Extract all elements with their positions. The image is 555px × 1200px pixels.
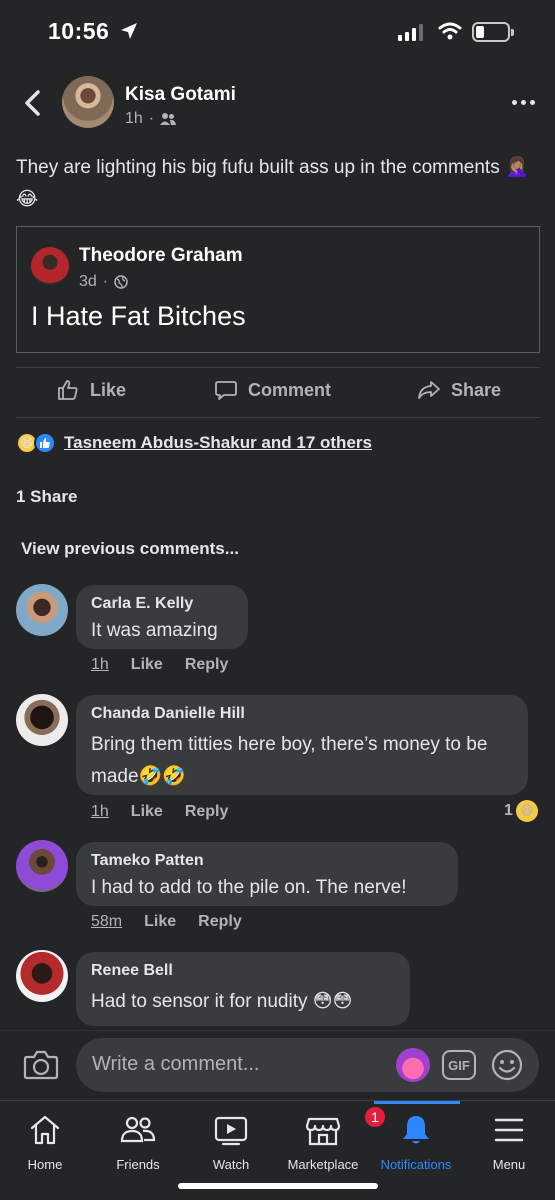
comment-bubble[interactable]: Chanda Danielle Hill Bring them titties … [76,695,528,795]
cellular-signal-icon [398,24,423,41]
comment-time[interactable]: 58m [91,913,122,931]
active-tab-indicator [374,1101,460,1104]
comment-label: Comment [248,379,332,400]
haha-icon: 😆 [515,800,538,822]
comment-bubble[interactable]: Carla E. Kelly It was amazing [76,585,248,649]
shared-author-name[interactable]: Theodore Graham [79,245,243,267]
thumbs-up-icon [58,380,78,400]
tab-notifications-label: Notifications [380,1157,452,1172]
camera-icon[interactable] [22,1048,60,1082]
tab-home[interactable]: Home [0,1111,95,1172]
shared-author-avatar[interactable] [31,247,69,285]
tab-notifications[interactable]: Notifications [366,1111,466,1172]
friends-icon [160,113,177,125]
comment-text: I had to add to the pile on. The nerve! [91,877,407,898]
commenter-avatar[interactable] [16,950,68,1002]
marketplace-icon [305,1117,341,1146]
commenter-name[interactable]: Tameko Patten [91,852,443,870]
tab-friends[interactable]: Friends [88,1111,188,1172]
commenter-name[interactable]: Chanda Danielle Hill [91,705,513,723]
tab-marketplace[interactable]: 1 Marketplace [273,1105,387,1172]
divider [16,417,540,418]
share-label: Share [451,379,502,400]
reactions-names[interactable]: Tasneem Abdus-Shakur and 17 others [64,433,372,453]
share-arrow-icon [418,381,440,399]
comment-like-button[interactable]: Like [131,803,163,821]
comment-text: Bring them titties here boy, there’s mon… [91,734,488,787]
battery-icon [472,22,514,42]
shared-post-meta: 3d · [79,273,128,291]
poster-avatar[interactable] [62,76,114,128]
back-arrow-icon[interactable] [18,86,48,120]
avatar-sticker-icon[interactable] [396,1048,430,1082]
comment-input-placeholder: Write a comment... [92,1053,260,1075]
comment-like-button[interactable]: Like [144,913,176,931]
like-label: Like [90,379,127,400]
friends-icon [120,1116,156,1143]
comment-icon [215,381,237,400]
like-icon [34,432,56,454]
emoji-icon[interactable] [490,1048,524,1082]
divider [16,367,540,368]
comment-time[interactable]: 1h [91,656,109,674]
more-options-icon[interactable] [512,100,535,105]
comment-bubble[interactable]: Tameko Patten I had to add to the pile o… [76,842,458,906]
bell-icon [403,1116,429,1144]
post-time[interactable]: 1h [125,110,143,128]
share-button[interactable]: Share [417,378,501,402]
commenter-name[interactable]: Renee Bell [91,962,395,980]
comment-actions: 1h Like Reply [91,656,228,674]
post-text: They are lighting his big fufu built ass… [16,157,529,210]
gif-button[interactable]: GIF [442,1050,476,1080]
status-time: 10:56 [48,18,110,44]
commenter-name[interactable]: Carla E. Kelly [91,595,233,613]
comment-reply-button[interactable]: Reply [198,913,242,931]
shared-post-text: I Hate Fat Bitches [31,301,246,331]
globe-icon [114,275,128,289]
comment-reply-button[interactable]: Reply [185,656,229,674]
comment-actions: 58m Like Reply [91,913,242,931]
share-count[interactable]: 1 Share [16,487,77,507]
commenter-avatar[interactable] [16,584,68,636]
comment-input[interactable]: Write a comment... GIF [76,1038,539,1092]
tab-home-label: Home [27,1157,63,1172]
home-icon [30,1115,60,1145]
commenter-avatar[interactable] [16,840,68,892]
tab-marketplace-label: Marketplace [287,1157,359,1172]
post-meta: 1h · [125,110,177,128]
comment-text: It was amazing [91,620,218,641]
comment-reaction-count: 1 [504,802,513,819]
commenter-avatar[interactable] [16,694,68,746]
menu-icon [494,1118,524,1142]
tab-watch[interactable]: Watch [181,1111,281,1172]
comment-bubble[interactable]: Renee Bell Had to sensor it for nudity 😳… [76,952,410,1026]
comment-reaction-summary[interactable]: 1 😆 [504,800,538,822]
tab-menu[interactable]: Menu [459,1111,555,1172]
view-previous-comments[interactable]: View previous comments... [21,539,239,559]
tab-watch-label: Watch [212,1157,250,1172]
comment-actions: 1h Like Reply [91,803,228,821]
shared-post[interactable]: Theodore Graham 3d · I Hate Fat Bitches [16,226,540,353]
watch-icon [214,1116,248,1146]
comment-like-button[interactable]: Like [131,656,163,674]
wifi-icon [438,22,462,40]
shared-post-time[interactable]: 3d [79,273,97,291]
tab-menu-label: Menu [492,1157,526,1172]
comment-text: Had to sensor it for nudity 😳😳 [91,991,353,1012]
home-indicator [178,1183,378,1189]
like-button[interactable]: Like [56,378,126,402]
tab-friends-label: Friends [116,1157,160,1172]
comment-button[interactable]: Comment [214,378,331,402]
location-arrow-icon [121,23,137,39]
comment-reply-button[interactable]: Reply [185,803,229,821]
comment-time[interactable]: 1h [91,803,109,821]
reactions-summary[interactable]: 😆 Tasneem Abdus-Shakur and 17 others [16,432,372,454]
poster-name[interactable]: Kisa Gotami [125,84,236,106]
